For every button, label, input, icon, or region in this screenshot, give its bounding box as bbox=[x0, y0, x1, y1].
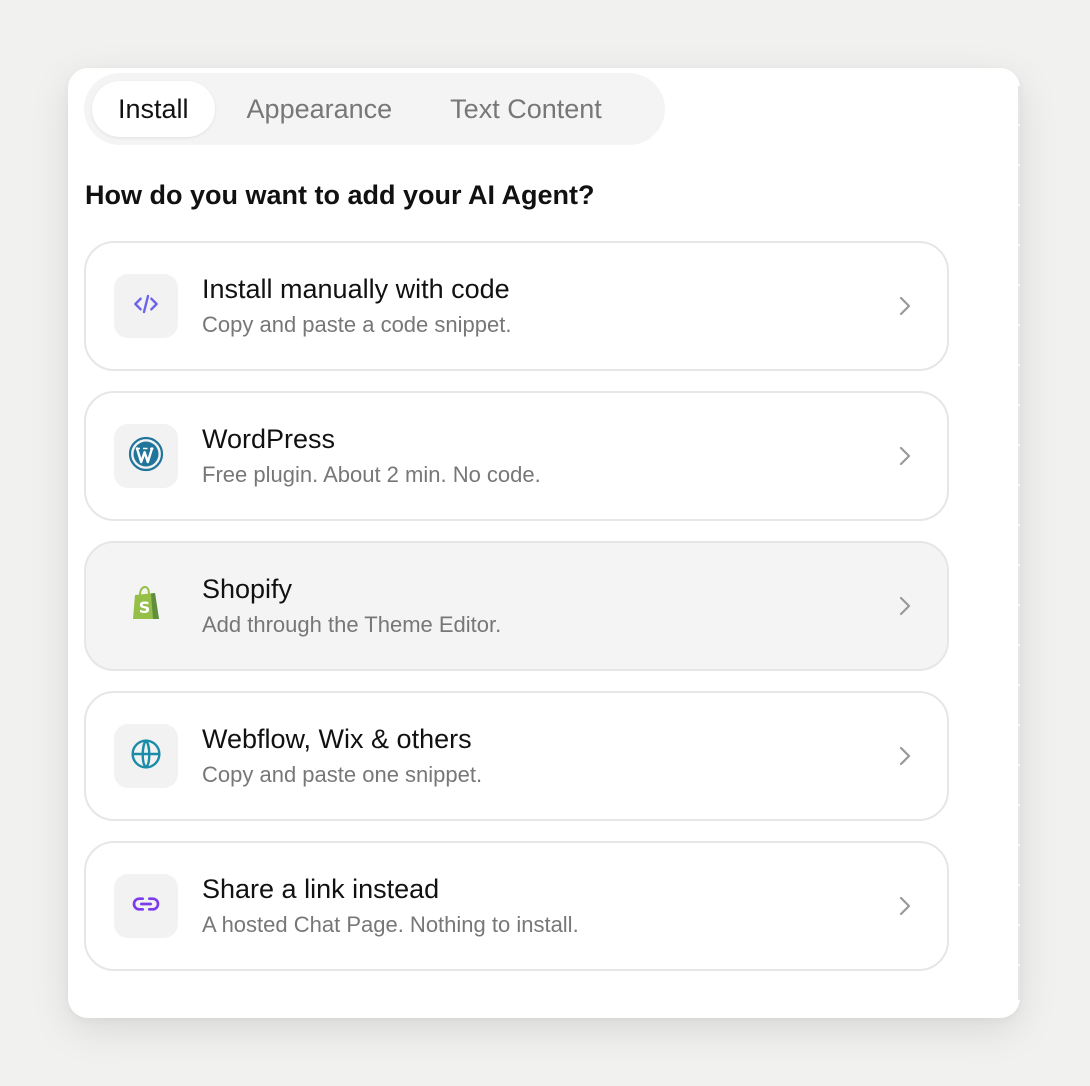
option-title: Shopify bbox=[202, 574, 293, 604]
option-icon-container: S bbox=[114, 574, 178, 638]
tab-bar: Install Appearance Text Content bbox=[84, 73, 665, 145]
install-options-list: Install manually with code Copy and past… bbox=[84, 241, 949, 991]
option-description: Free plugin. About 2 min. No code. bbox=[202, 462, 541, 487]
option-icon-container bbox=[114, 274, 178, 338]
chevron-right-icon bbox=[893, 744, 917, 768]
install-panel: Install Appearance Text Content How do y… bbox=[68, 68, 1020, 1018]
chevron-right-icon bbox=[893, 594, 917, 618]
option-description: Add through the Theme Editor. bbox=[202, 612, 502, 637]
chevron-right-icon bbox=[893, 444, 917, 468]
option-title: Webflow, Wix & others bbox=[202, 724, 472, 754]
option-install-manually[interactable]: Install manually with code Copy and past… bbox=[84, 241, 949, 371]
option-icon-container bbox=[114, 424, 178, 488]
option-text: Share a link instead A hosted Chat Page.… bbox=[202, 872, 893, 940]
chevron-right-icon bbox=[893, 294, 917, 318]
option-text: Shopify Add through the Theme Editor. bbox=[202, 572, 893, 640]
tab-install[interactable]: Install bbox=[92, 81, 215, 137]
tab-appearance[interactable]: Appearance bbox=[221, 81, 419, 137]
option-icon-container bbox=[114, 874, 178, 938]
svg-text:S: S bbox=[139, 598, 151, 617]
option-title: WordPress bbox=[202, 424, 336, 454]
code-icon bbox=[130, 288, 162, 325]
option-title: Share a link instead bbox=[202, 874, 440, 904]
option-title: Install manually with code bbox=[202, 274, 510, 304]
option-shopify[interactable]: S Shopify Add through the Theme Editor. bbox=[84, 541, 949, 671]
option-text: WordPress Free plugin. About 2 min. No c… bbox=[202, 422, 893, 490]
wordpress-icon bbox=[128, 436, 164, 477]
option-icon-container bbox=[114, 724, 178, 788]
chevron-right-icon bbox=[893, 894, 917, 918]
option-description: Copy and paste a code snippet. bbox=[202, 312, 512, 337]
tab-text-content[interactable]: Text Content bbox=[424, 81, 628, 137]
section-question: How do you want to add your AI Agent? bbox=[85, 180, 595, 210]
option-description: A hosted Chat Page. Nothing to install. bbox=[202, 912, 579, 937]
option-share-link[interactable]: Share a link instead A hosted Chat Page.… bbox=[84, 841, 949, 971]
option-text: Install manually with code Copy and past… bbox=[202, 272, 893, 340]
link-icon bbox=[130, 888, 162, 925]
option-text: Webflow, Wix & others Copy and paste one… bbox=[202, 722, 893, 790]
shopify-icon: S bbox=[129, 585, 163, 627]
globe-icon bbox=[130, 738, 162, 775]
option-wordpress[interactable]: WordPress Free plugin. About 2 min. No c… bbox=[84, 391, 949, 521]
option-webflow-wix[interactable]: Webflow, Wix & others Copy and paste one… bbox=[84, 691, 949, 821]
option-description: Copy and paste one snippet. bbox=[202, 762, 483, 787]
